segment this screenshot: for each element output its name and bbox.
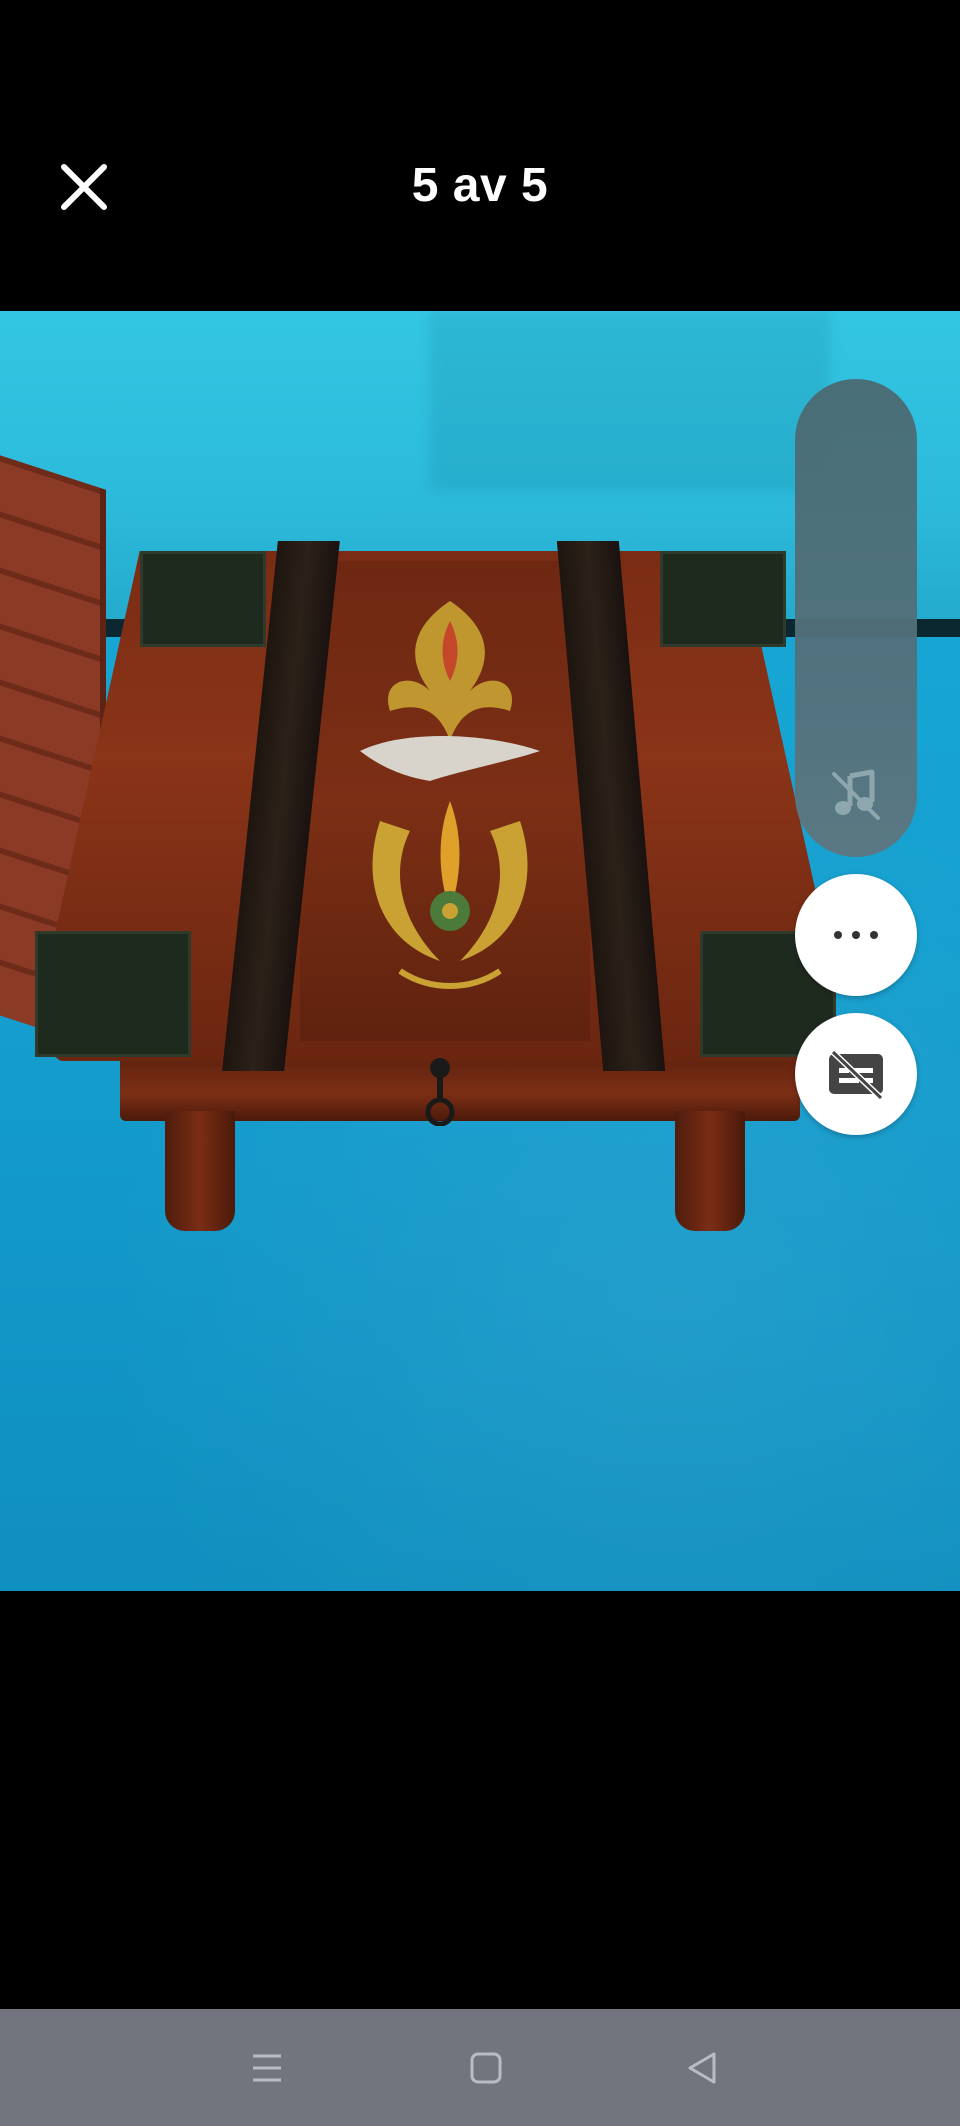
viewer-background (0, 1591, 960, 2009)
chest-leg-right (675, 1111, 745, 1231)
more-horizontal-icon (834, 931, 878, 939)
captions-off-icon (829, 1049, 884, 1100)
more-options-button[interactable] (795, 874, 917, 996)
home-icon (470, 2052, 502, 2084)
recent-apps-button[interactable] (245, 2046, 289, 2090)
chest-corner (35, 931, 191, 1057)
image-counter: 5 av 5 (411, 159, 549, 212)
menu-icon (253, 2054, 281, 2082)
chest-corner (660, 551, 786, 647)
music-off-icon (832, 769, 880, 820)
photo-wall-shadow (430, 311, 830, 491)
top-bar: 5 av 5 (0, 0, 960, 311)
rosemaling-ornament (360, 601, 540, 989)
home-button[interactable] (464, 2046, 508, 2090)
back-button[interactable] (680, 2046, 724, 2090)
chest-leg-left (165, 1111, 235, 1231)
chest-key (425, 1058, 455, 1126)
captions-toggle-button[interactable] (795, 1013, 917, 1135)
chest-corner (140, 551, 266, 647)
back-icon (688, 2052, 716, 2084)
music-off-button[interactable] (826, 764, 886, 824)
